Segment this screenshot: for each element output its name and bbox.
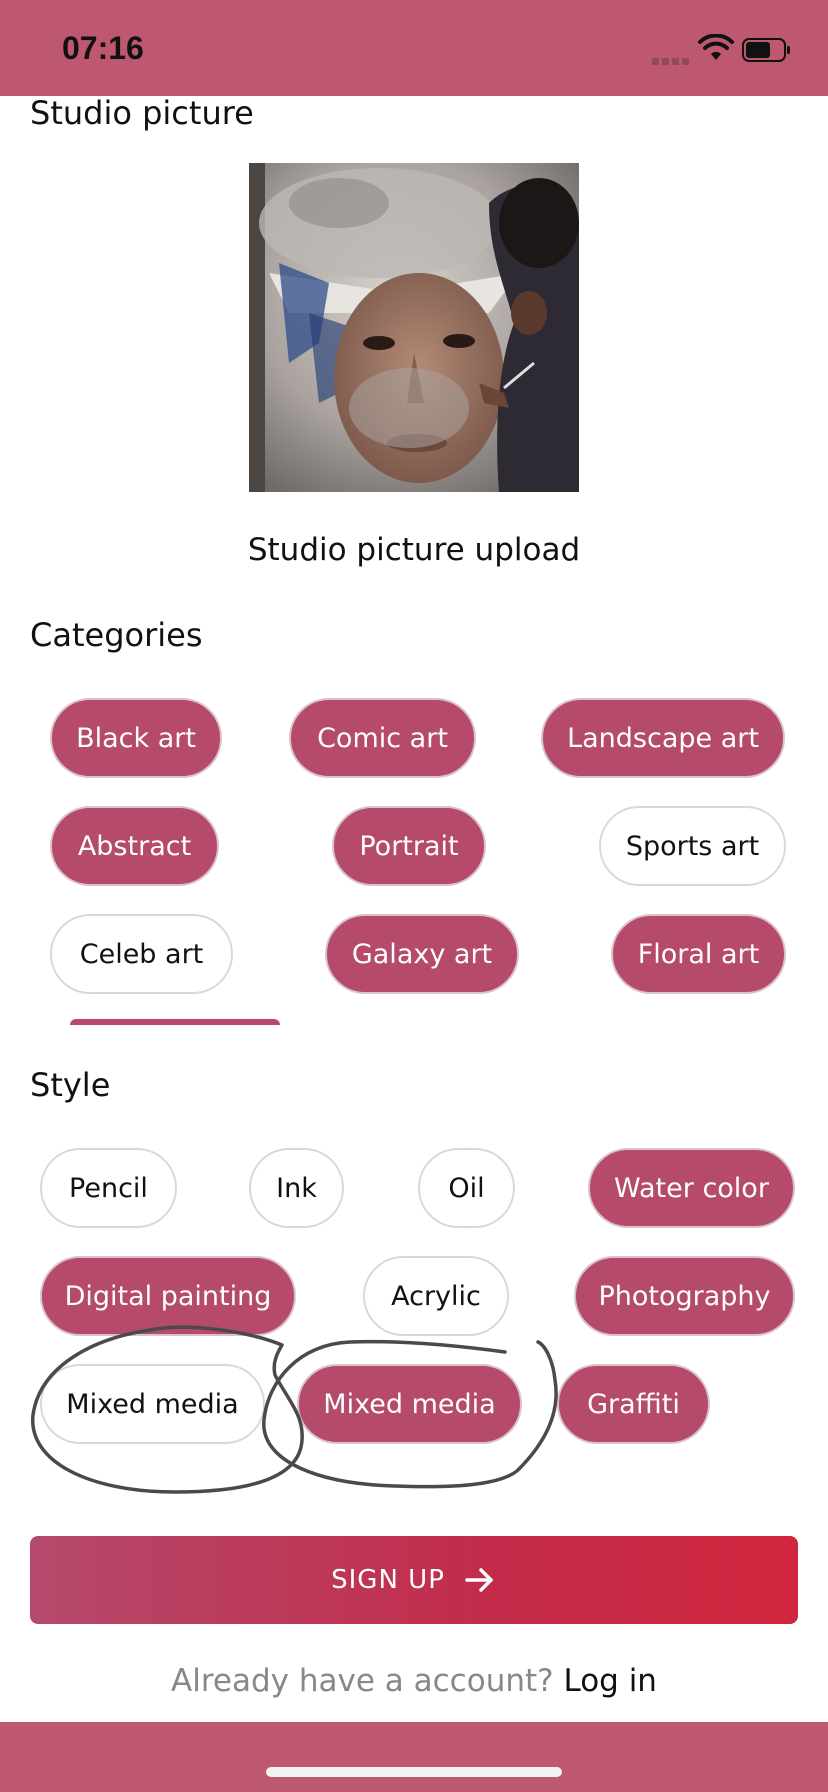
status-bar: 07:16 (0, 0, 828, 96)
style-chip-graffiti[interactable]: Graffiti (557, 1364, 710, 1444)
category-chip-portrait[interactable]: Portrait (332, 806, 486, 886)
status-time: 07:16 (62, 30, 144, 66)
home-indicator[interactable] (266, 1767, 562, 1777)
arrow-right-icon (465, 1568, 493, 1592)
battery-icon (742, 38, 790, 62)
bottom-bar (0, 1722, 828, 1792)
category-chip-celeb-art[interactable]: Celeb art (50, 914, 233, 994)
style-chip-oil[interactable]: Oil (418, 1148, 515, 1228)
style-title: Style (30, 1066, 111, 1104)
style-chip-photography[interactable]: Photography (574, 1256, 795, 1336)
style-chip-ink[interactable]: Ink (249, 1148, 344, 1228)
sign-up-button[interactable]: SIGN UP (30, 1536, 798, 1624)
login-link[interactable]: Log in (563, 1663, 656, 1699)
cellular-signal-icon (652, 50, 692, 69)
category-chip-sports-art[interactable]: Sports art (599, 806, 786, 886)
sign-up-label: SIGN UP (331, 1565, 445, 1595)
wifi-icon (698, 34, 734, 60)
studio-picture-title: Studio picture (30, 94, 254, 132)
style-chip-digital-painting[interactable]: Digital painting (40, 1256, 296, 1336)
category-chip-black-art[interactable]: Black art (50, 698, 222, 778)
style-chip-mixed-media-unselected[interactable]: Mixed media (40, 1364, 265, 1444)
studio-picture-image[interactable] (249, 163, 579, 492)
category-chip-partial[interactable] (70, 1019, 280, 1025)
category-chip-abstract[interactable]: Abstract (50, 806, 219, 886)
login-question: Already have a account? (171, 1663, 554, 1699)
style-chip-pencil[interactable]: Pencil (40, 1148, 177, 1228)
style-chip-water-color[interactable]: Water color (588, 1148, 795, 1228)
style-chip-mixed-media-selected[interactable]: Mixed media (297, 1364, 522, 1444)
category-chip-comic-art[interactable]: Comic art (289, 698, 476, 778)
studio-picture-upload-button[interactable]: Studio picture upload (0, 532, 828, 568)
style-chip-acrylic[interactable]: Acrylic (363, 1256, 509, 1336)
category-chip-floral-art[interactable]: Floral art (611, 914, 786, 994)
category-chip-galaxy-art[interactable]: Galaxy art (325, 914, 519, 994)
categories-title: Categories (30, 616, 203, 654)
login-prompt: Already have a account? Log in (0, 1663, 828, 1699)
category-chip-landscape-art[interactable]: Landscape art (541, 698, 785, 778)
